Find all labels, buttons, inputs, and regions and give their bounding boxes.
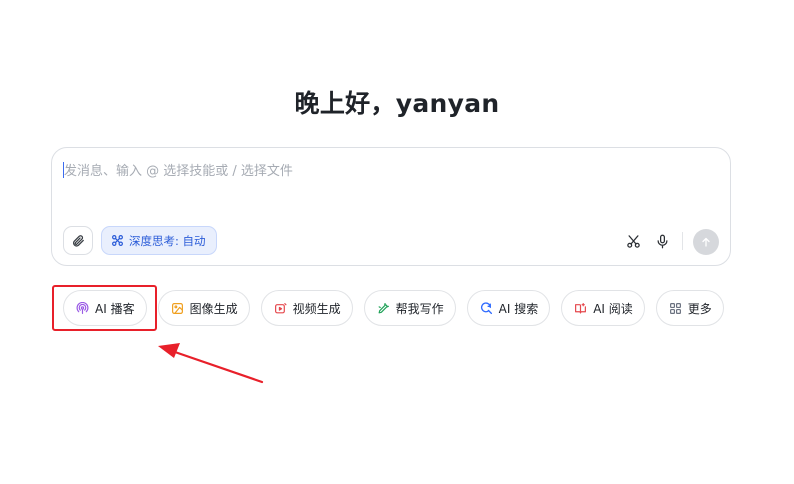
page: 晚上好，yanyan 深度思考: 自动 bbox=[0, 0, 794, 484]
pointer-arrow bbox=[158, 343, 264, 384]
